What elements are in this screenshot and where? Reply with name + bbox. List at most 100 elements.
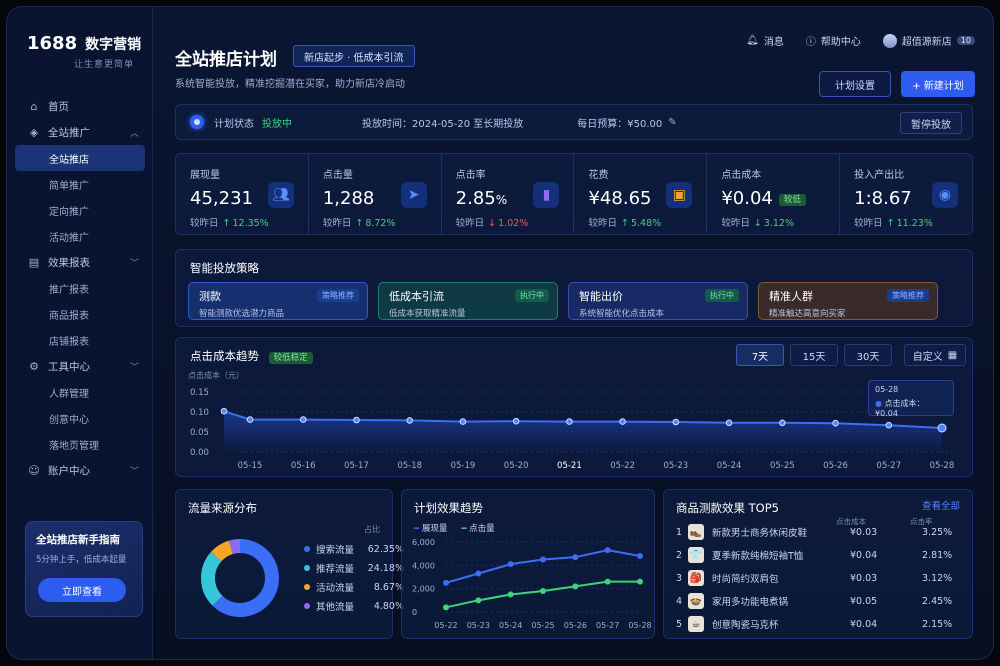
legend-dot-icon: [304, 546, 310, 552]
coins-icon: ◉: [931, 182, 958, 208]
sidebar-item-account[interactable]: ☺ 账户中心 ﹀: [15, 457, 145, 483]
data-point[interactable]: [672, 418, 680, 426]
x-tick-label: 05-25: [531, 621, 554, 630]
data-point[interactable]: [475, 597, 482, 604]
data-point[interactable]: [475, 570, 482, 577]
logo[interactable]: 1688 数字营销: [27, 33, 141, 54]
legend-item: 其他流量 4.80%: [304, 599, 404, 613]
table-row[interactable]: 5 ☕ 创意陶瓷马克杯 ¥0.04 2.15%: [676, 614, 966, 634]
tooltip-dot-icon: ●: [875, 399, 882, 408]
data-point[interactable]: [507, 561, 514, 568]
sidebar-subitem-promo-report[interactable]: 推广报表: [15, 275, 145, 301]
user-menu[interactable]: 超值源新店 10: [882, 33, 975, 48]
pause-button[interactable]: 暂停投放: [900, 112, 962, 134]
y-tick-label: 6,000: [412, 538, 435, 547]
data-point[interactable]: [779, 419, 786, 427]
data-point[interactable]: [725, 419, 733, 427]
strategy-card[interactable]: 精准人群 精准触达高意向买家 策略推荐: [758, 282, 938, 320]
rank: 4: [676, 595, 683, 607]
edit-icon[interactable]: ✎: [668, 117, 676, 128]
logo-number: 1688: [27, 33, 78, 54]
table-row[interactable]: 3 🎒 时尚简约双肩包 ¥0.03 3.12%: [676, 568, 966, 588]
new-plan-button[interactable]: + 新建计划: [901, 71, 975, 97]
data-point[interactable]: [604, 578, 611, 585]
legend-label: 展现量: [421, 524, 448, 534]
table-row[interactable]: 4 🍲 家用多功能电煮锅 ¥0.05 2.45%: [676, 591, 966, 611]
data-point[interactable]: [619, 418, 626, 425]
sidebar-item-promo[interactable]: ◈ 全站推广 ︿: [15, 119, 145, 145]
data-point[interactable]: [566, 418, 573, 425]
y-tick-label: 0: [412, 608, 417, 617]
sidebar-subitem-shop-report[interactable]: 店铺报表: [15, 327, 145, 353]
range-15d-button[interactable]: 15天: [790, 344, 838, 366]
report-icon: ▤: [28, 255, 40, 269]
data-point[interactable]: [406, 417, 413, 424]
data-point[interactable]: [443, 604, 449, 611]
main-content: 全站推店计划 新店起步 · 低成本引流 系统智能投放，精准挖掘潜在买家，助力新店…: [153, 7, 993, 659]
strategy-card[interactable]: 测款 智能测款优选潜力商品 策略推荐: [188, 282, 368, 320]
product-name: 家用多功能电煮锅: [712, 597, 789, 608]
wallet-icon: ▣: [666, 182, 693, 208]
kpi-card: 展现量 45,231 较昨日 ↑ 12.35% 👥︎: [176, 154, 309, 234]
tools-icon: ⚙: [29, 359, 39, 373]
data-point[interactable]: [459, 418, 467, 425]
custom-range-button[interactable]: 自定义 ▦: [904, 344, 966, 366]
strategy-card[interactable]: 智能出价 系统智能优化点击成本 执行中: [568, 282, 748, 320]
data-point[interactable]: [512, 417, 520, 425]
sidebar-subitem-audience[interactable]: 人群管理: [15, 379, 145, 405]
data-point[interactable]: [220, 407, 228, 415]
plan-settings-button[interactable]: 计划设置: [819, 71, 891, 97]
strategy-card[interactable]: 低成本引流 低成本获取精准流量 执行中: [378, 282, 558, 320]
messages-link[interactable]: 🔔︎ 消息: [746, 33, 784, 48]
range-7d-button[interactable]: 7天: [736, 344, 784, 366]
traffic-col-header: 占比: [364, 525, 380, 534]
data-point[interactable]: [246, 416, 254, 423]
table-row[interactable]: 2 👕 夏季新款纯棉短袖T恤 ¥0.04 2.81%: [676, 545, 966, 565]
chevron-down-icon: ﹀: [129, 258, 139, 269]
product-cpc: ¥0.03: [850, 526, 878, 538]
data-point[interactable]: [507, 591, 514, 598]
data-point[interactable]: [937, 423, 947, 433]
sidebar-subitem-product-report[interactable]: 商品报表: [15, 301, 145, 327]
range-30d-button[interactable]: 30天: [844, 344, 892, 366]
data-point[interactable]: [443, 579, 449, 586]
strategy-panel: 智能投放策略 测款 智能测款优选潜力商品 策略推荐 低成本引流 低成本获取精准流量 执行中…: [175, 249, 973, 327]
kpi-change-value: 1.02%: [498, 218, 529, 229]
data-point[interactable]: [572, 554, 579, 561]
sidebar-subitem-targeted-promo[interactable]: 定向推广: [15, 197, 145, 223]
kpi-change: ↑ 5.48%: [621, 218, 661, 229]
data-point[interactable]: [540, 588, 546, 594]
help-link[interactable]: ⓘ 帮助中心: [806, 33, 861, 48]
data-point[interactable]: [637, 553, 643, 559]
data-point[interactable]: [540, 556, 546, 563]
sidebar-item-reports[interactable]: ▤ 效果报表 ﹀: [15, 249, 145, 275]
status-value: 投放中: [262, 118, 292, 130]
guide-desc: 5分钟上手，低成本起量: [36, 555, 127, 565]
data-point[interactable]: [353, 416, 360, 424]
sidebar-subitem-creative[interactable]: 创意中心: [15, 405, 145, 431]
data-point[interactable]: [885, 421, 893, 429]
legend-name: 活动流量: [316, 583, 355, 594]
data-point[interactable]: [637, 578, 643, 585]
view-all-link[interactable]: 查看全部: [922, 498, 960, 512]
table-row[interactable]: 1 👞 新款男士商务休闲皮鞋 ¥0.03 3.25%: [676, 522, 966, 542]
kpi-change-value: 8.72%: [365, 218, 396, 229]
sidebar-subitem-simple-promo[interactable]: 简单推广: [15, 171, 145, 197]
x-tick-label: 05-28: [930, 461, 955, 471]
kpi-change: ↑ 12.35%: [223, 218, 269, 229]
sidebar-subitem-site-promo[interactable]: 全站推店: [15, 145, 145, 171]
sidebar-item-home[interactable]: ⌂ 首页: [15, 93, 145, 119]
sidebar-subitem-landing[interactable]: 落地页管理: [15, 431, 145, 457]
sidebar-item-tools[interactable]: ⚙ 工具中心 ﹀: [15, 353, 145, 379]
data-point[interactable]: [572, 583, 579, 590]
kpi-label: 点击率: [455, 170, 486, 181]
kpi-compare-label: 较昨日: [854, 218, 883, 229]
data-point[interactable]: [299, 416, 307, 423]
data-point[interactable]: [832, 419, 839, 427]
data-point[interactable]: [604, 547, 611, 554]
sidebar-subitem-event-promo[interactable]: 活动推广: [15, 223, 145, 249]
product-cpc: ¥0.04: [850, 618, 878, 630]
guide-view-button[interactable]: 立即查看: [38, 578, 126, 602]
kpi-arrow: ↑: [222, 218, 231, 229]
strategy-tag: 执行中: [705, 289, 739, 302]
